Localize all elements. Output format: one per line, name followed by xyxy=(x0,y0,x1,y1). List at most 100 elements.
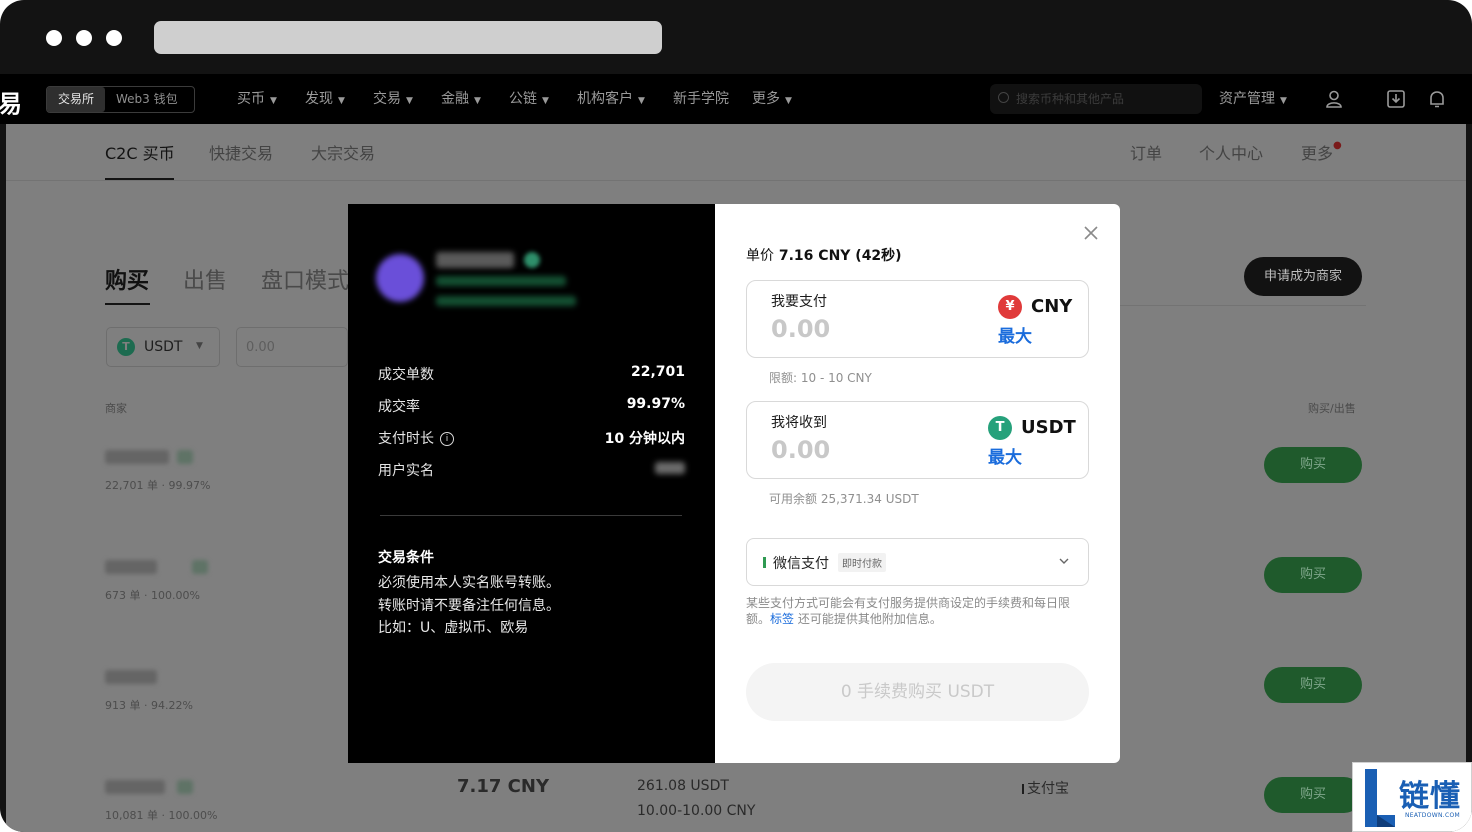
stat-label: 用户实名 xyxy=(378,463,434,479)
receive-currency: USDT xyxy=(1021,417,1076,438)
terms-title: 交易条件 xyxy=(378,550,434,566)
buy-submit-button[interactable]: 0 手续费购买 USDT xyxy=(746,663,1089,721)
merchant-stats: 10,081 单 · 100.00% xyxy=(105,809,218,822)
coin-select[interactable]: T USDT ▼ xyxy=(106,327,220,367)
buy-order-form: 单价 7.16 CNY (42秒) 我要支付 0.00 ¥ CNY 最大 限额:… xyxy=(715,204,1120,763)
ad-limit: 10.00-10.00 CNY xyxy=(637,803,756,819)
column-header-action: 购买/出售 xyxy=(1308,402,1356,415)
exchange-wallet-switch: 交易所 Web3 钱包 xyxy=(46,86,195,113)
nav-learn[interactable]: 新手学院 xyxy=(673,88,729,108)
watermark-url: NEATDOWN.COM xyxy=(1405,812,1460,819)
tab-block-trade[interactable]: 大宗交易 xyxy=(311,140,375,164)
chevron-down-icon xyxy=(1059,558,1069,564)
payment-method-name: 微信支付 xyxy=(773,556,829,572)
advertiser-info-panel: 成交单数 22,701 成交率 99.97% 支付时长 i 10 分钟以内 用户实… xyxy=(348,204,715,763)
browser-titlebar xyxy=(0,0,1472,74)
notification-dot: ● xyxy=(1333,140,1342,151)
link-user-center[interactable]: 个人中心 xyxy=(1199,140,1263,164)
receive-amount-input[interactable]: 0.00 xyxy=(771,436,830,464)
nav-finance[interactable]: 金融 ▼ xyxy=(441,88,481,108)
merchant-name-redacted xyxy=(105,450,169,464)
search-input[interactable]: 搜索币种和其他产品 xyxy=(990,84,1202,114)
nav-chain[interactable]: 公链 ▼ xyxy=(509,88,549,108)
merchant-stats: 673 单 · 100.00% xyxy=(105,589,200,602)
verified-badge xyxy=(177,450,193,464)
nav-asset-management[interactable]: 资产管理 ▼ xyxy=(1219,88,1287,108)
pay-amount-input[interactable]: 0.00 xyxy=(771,315,830,343)
usdt-icon: T xyxy=(988,416,1012,440)
merchant-name-redacted xyxy=(105,780,165,794)
stat-label: 成交率 xyxy=(378,399,420,415)
pay-amount-field[interactable]: 我要支付 0.00 ¥ CNY 最大 xyxy=(746,280,1089,358)
link-orders[interactable]: 订单 xyxy=(1130,140,1162,164)
ad-available: 261.08 USDT xyxy=(637,778,729,794)
address-bar[interactable] xyxy=(154,21,662,54)
nav-discover[interactable]: 发现 ▼ xyxy=(305,88,345,108)
tab-sell[interactable]: 出售 xyxy=(183,263,227,295)
tab-quick-trade[interactable]: 快捷交易 xyxy=(209,140,273,164)
payment-marker xyxy=(763,557,766,568)
become-merchant-button[interactable]: 申请成为商家 xyxy=(1244,257,1362,296)
watermark-text: 链懂 xyxy=(1399,779,1461,814)
merchant-name-redacted xyxy=(105,670,157,684)
pay-amount-label: 我要支付 xyxy=(771,294,827,310)
user-icon[interactable] xyxy=(1324,89,1344,109)
balance-hint: 可用余额 25,371.34 USDT xyxy=(769,492,919,506)
active-tab-underline xyxy=(105,303,150,305)
pay-currency: CNY xyxy=(1031,296,1073,317)
top-navigation: 易 交易所 Web3 钱包 买币 ▼ 发现 ▼ 交易 ▼ 金融 ▼ 公链 ▼ 机构客户 ▼ … xyxy=(0,74,1472,124)
term-line: 比如：U、虚拟币、欧易 xyxy=(378,620,529,636)
info-icon[interactable]: i xyxy=(440,432,454,446)
bell-icon[interactable] xyxy=(1427,89,1447,109)
window-control-dot[interactable] xyxy=(76,30,92,46)
amount-filter-input[interactable]: 0.00 xyxy=(236,327,348,367)
merchant-stats: 913 单 · 94.22% xyxy=(105,699,193,712)
buy-button[interactable]: 购买 xyxy=(1264,667,1362,703)
stat-value: 22,701 xyxy=(630,364,685,380)
nav-more[interactable]: 更多 ▼ xyxy=(752,88,792,108)
pay-max-button[interactable]: 最大 xyxy=(998,322,1032,347)
close-icon[interactable] xyxy=(1082,224,1100,242)
stat-label: 支付时长 i xyxy=(378,428,454,448)
nav-buy-crypto[interactable]: 买币 ▼ xyxy=(237,88,277,108)
receive-amount-field[interactable]: 我将收到 0.00 T USDT 最大 xyxy=(746,401,1089,479)
receive-amount-label: 我将收到 xyxy=(771,415,827,431)
tab-c2c-buy[interactable]: C2C 买币 xyxy=(105,140,175,164)
link-more[interactable]: 更多● xyxy=(1301,140,1342,164)
chevron-down-icon: ▼ xyxy=(196,341,203,351)
watermark-l-icon xyxy=(1365,769,1395,827)
stat-value: 99.97% xyxy=(626,396,685,412)
receive-max-button[interactable]: 最大 xyxy=(988,443,1022,468)
chevron-down-icon: ▼ xyxy=(474,96,481,106)
watermark-logo: 链懂 NEATDOWN.COM xyxy=(1352,762,1472,832)
buy-button[interactable]: 购买 xyxy=(1264,447,1362,483)
stat-value: 10 分钟以内 xyxy=(604,431,685,447)
merchant-name-redacted xyxy=(105,560,157,574)
window-control-dot[interactable] xyxy=(46,30,62,46)
advertiser-tags-redacted xyxy=(436,276,566,286)
nav-trade[interactable]: 交易 ▼ xyxy=(373,88,413,108)
payment-method-select[interactable]: 微信支付 即时付款 xyxy=(746,538,1089,586)
buy-button[interactable]: 购买 xyxy=(1264,557,1362,593)
chevron-down-icon: ▼ xyxy=(1280,96,1287,106)
nav-institutional[interactable]: 机构客户 ▼ xyxy=(577,88,645,108)
stat-label: 成交单数 xyxy=(378,367,434,383)
window-control-dot[interactable] xyxy=(106,30,122,46)
tags-link[interactable]: 标签 xyxy=(770,612,794,626)
avatar xyxy=(376,254,424,302)
switch-web3-wallet[interactable]: Web3 钱包 xyxy=(105,87,189,112)
tab-orderbook-mode[interactable]: 盘口模式 xyxy=(261,263,349,295)
download-icon[interactable] xyxy=(1386,89,1406,109)
chevron-down-icon: ▼ xyxy=(406,96,413,106)
tab-buy[interactable]: 购买 xyxy=(105,263,149,295)
term-line: 必须使用本人实名账号转账。 xyxy=(378,575,560,591)
buy-button[interactable]: 购买 xyxy=(1264,777,1362,813)
panel-divider xyxy=(380,515,682,516)
usdt-icon: T xyxy=(117,338,135,356)
chevron-down-icon: ▼ xyxy=(270,96,277,106)
advertiser-name-redacted xyxy=(436,252,514,268)
logo[interactable]: 易 xyxy=(0,84,22,119)
coin-select-value: USDT xyxy=(144,339,183,355)
chevron-down-icon: ▼ xyxy=(542,96,549,106)
switch-exchange[interactable]: 交易所 xyxy=(47,87,106,112)
